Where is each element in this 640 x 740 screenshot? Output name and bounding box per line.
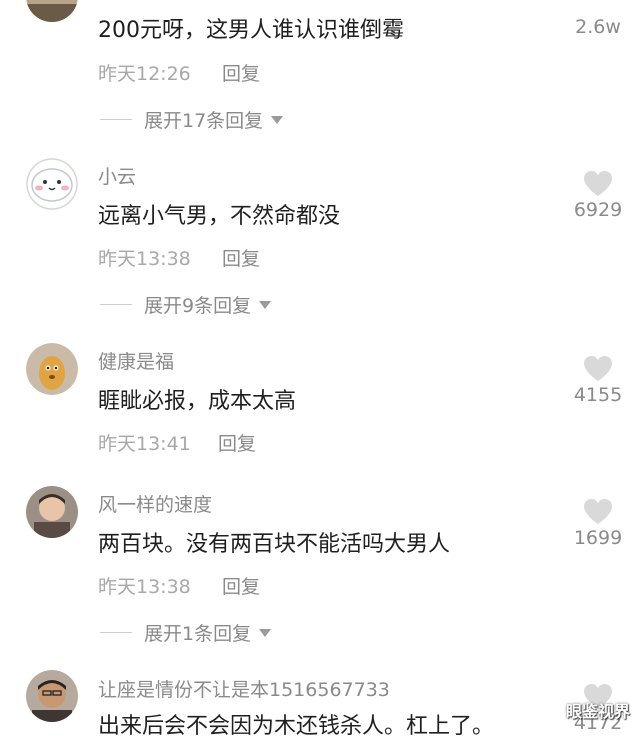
comment-text: 出来后会不会因为木还钱杀人。杠上了。 [98, 714, 495, 739]
comment-username[interactable]: 健康是福 [98, 347, 174, 374]
expand-replies-button[interactable]: 展开17条回复 [100, 106, 284, 133]
like-count: 4155 [573, 384, 623, 406]
divider-line [100, 632, 132, 633]
photo-avatar-image [26, 670, 78, 722]
avatar[interactable] [26, 158, 78, 210]
expand-replies-label: 展开9条回复 [144, 295, 252, 317]
expand-replies-label: 展开1条回复 [144, 623, 252, 645]
comment-text: 远离小气男，不然命都没 [98, 204, 341, 229]
reply-button[interactable]: 回复 [222, 244, 260, 271]
heart-icon [584, 171, 612, 196]
heart-icon [584, 356, 612, 381]
divider-line [100, 304, 132, 305]
caret-down-icon [259, 300, 272, 309]
expand-replies-button[interactable]: 展开1条回复 [100, 619, 272, 646]
like-button[interactable]: 1699 [556, 498, 640, 549]
heart-icon [584, 499, 612, 524]
expand-replies-label: 展开17条回复 [144, 110, 264, 132]
comment-text: 睚眦必报，成本太高 [98, 389, 297, 414]
expand-replies-button[interactable]: 展开9条回复 [100, 291, 272, 318]
reply-button[interactable]: 回复 [222, 572, 260, 599]
comment-text: 两百块。没有两百块不能活吗大男人 [98, 532, 451, 557]
like-count: 2.6w [575, 16, 621, 38]
comment-text: 200元呀，这男人谁认识谁倒霉 [98, 18, 404, 43]
cute-face-avatar-image [26, 158, 78, 210]
reply-button[interactable]: 回复 [222, 59, 260, 86]
comment-username[interactable]: 让座是情份不让是本1516567733 [98, 675, 390, 702]
like-button[interactable]: 6929 [556, 170, 640, 221]
like-button[interactable]: 4155 [556, 355, 640, 406]
caret-down-icon [271, 115, 284, 124]
like-count: 6929 [573, 199, 623, 221]
comment-time: 昨天13:38 [98, 248, 191, 270]
avatar[interactable] [26, 486, 78, 538]
avatar[interactable] [26, 670, 78, 722]
comment-username[interactable]: 风一样的速度 [98, 490, 212, 517]
like-button[interactable]: 2.6w [556, 14, 640, 38]
avatar[interactable] [26, 343, 78, 395]
comment-time: 昨天12:26 [98, 63, 191, 85]
divider-line [100, 119, 132, 120]
caret-down-icon [259, 628, 272, 637]
like-count: 1699 [573, 527, 623, 549]
comment-username[interactable]: 小云 [98, 162, 136, 189]
watermark: 眼鉴视界 [565, 702, 630, 721]
comment-time: 昨天13:41 [98, 433, 191, 455]
avatar[interactable] [26, 0, 78, 22]
comment-time: 昨天13:38 [98, 576, 191, 598]
cartoon-avatar-image [26, 343, 78, 395]
reply-button[interactable]: 回复 [218, 429, 256, 456]
photo-avatar-image [26, 486, 78, 538]
